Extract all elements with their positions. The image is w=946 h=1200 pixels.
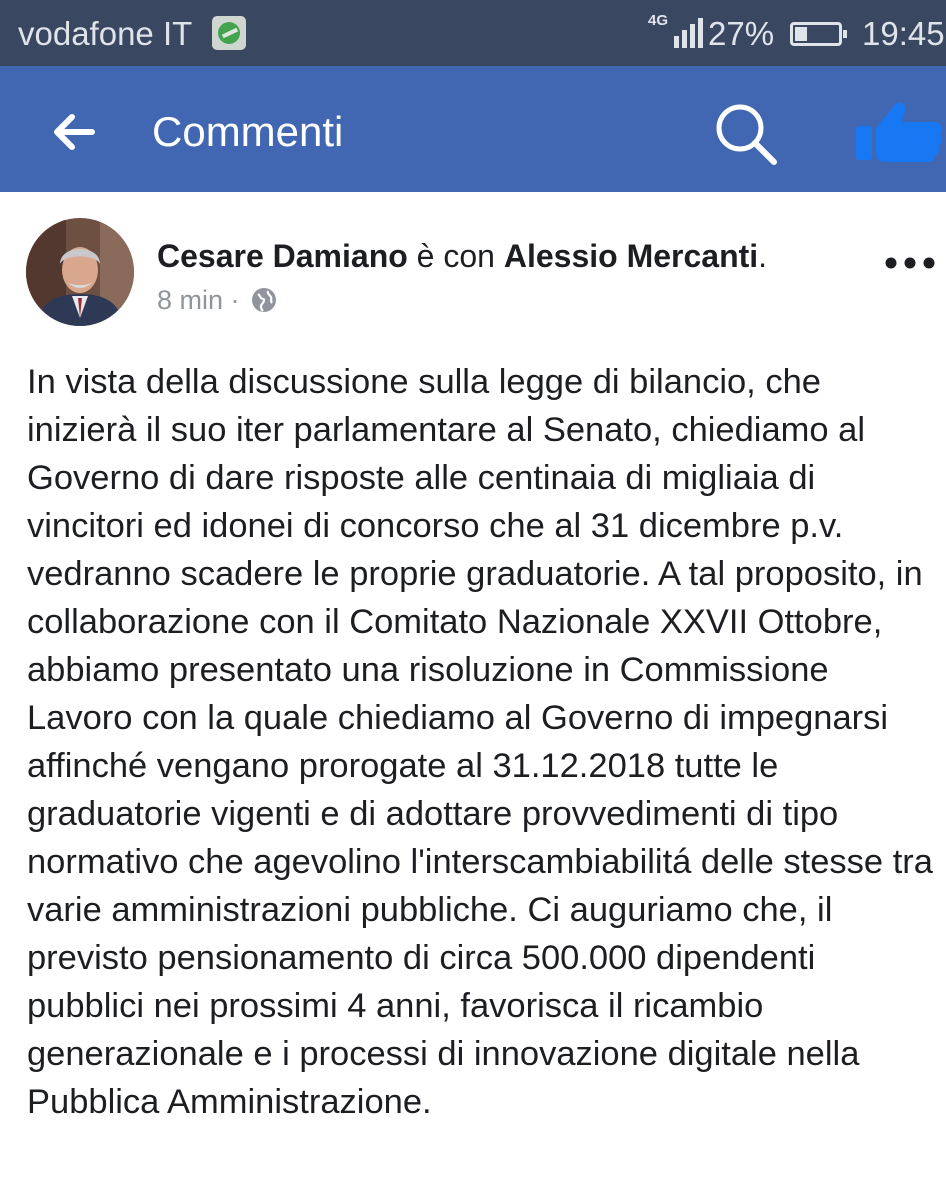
more-options-icon[interactable]	[884, 256, 936, 270]
like-icon[interactable]	[850, 96, 946, 164]
page-title: Commenti	[152, 108, 344, 155]
meta-separator: ·	[230, 285, 240, 315]
battery-icon	[790, 22, 847, 46]
avatar[interactable]	[26, 218, 134, 326]
battery-percent: 27%	[708, 15, 775, 52]
with-text: è con	[416, 238, 495, 274]
back-arrow-icon[interactable]	[46, 104, 102, 160]
search-icon[interactable]	[712, 100, 782, 170]
globe-icon	[252, 287, 277, 312]
tagged-name[interactable]: Alessio Mercanti	[504, 238, 758, 274]
status-bar: vodafone IT 4G 27% 19:45	[0, 0, 946, 66]
post-card: Cesare Damiano è con Alessio Mercanti. 8…	[0, 192, 946, 1200]
signal-icon: 4G	[648, 12, 703, 52]
clock: 19:45	[862, 15, 945, 52]
post-header: Cesare Damiano è con Alessio Mercanti.	[157, 236, 767, 276]
author-name[interactable]: Cesare Damiano	[157, 238, 408, 274]
header-period: .	[758, 238, 768, 274]
network-type: 4G	[648, 12, 669, 29]
carrier-name: vodafone IT	[18, 15, 193, 52]
post-meta: 8 min ·	[157, 282, 277, 318]
app-bar: Commenti	[0, 66, 946, 192]
post-time[interactable]: 8 min	[157, 285, 223, 315]
app-notification-icon	[212, 16, 246, 50]
post-body: In vista della discussione sulla legge d…	[27, 363, 933, 1121]
